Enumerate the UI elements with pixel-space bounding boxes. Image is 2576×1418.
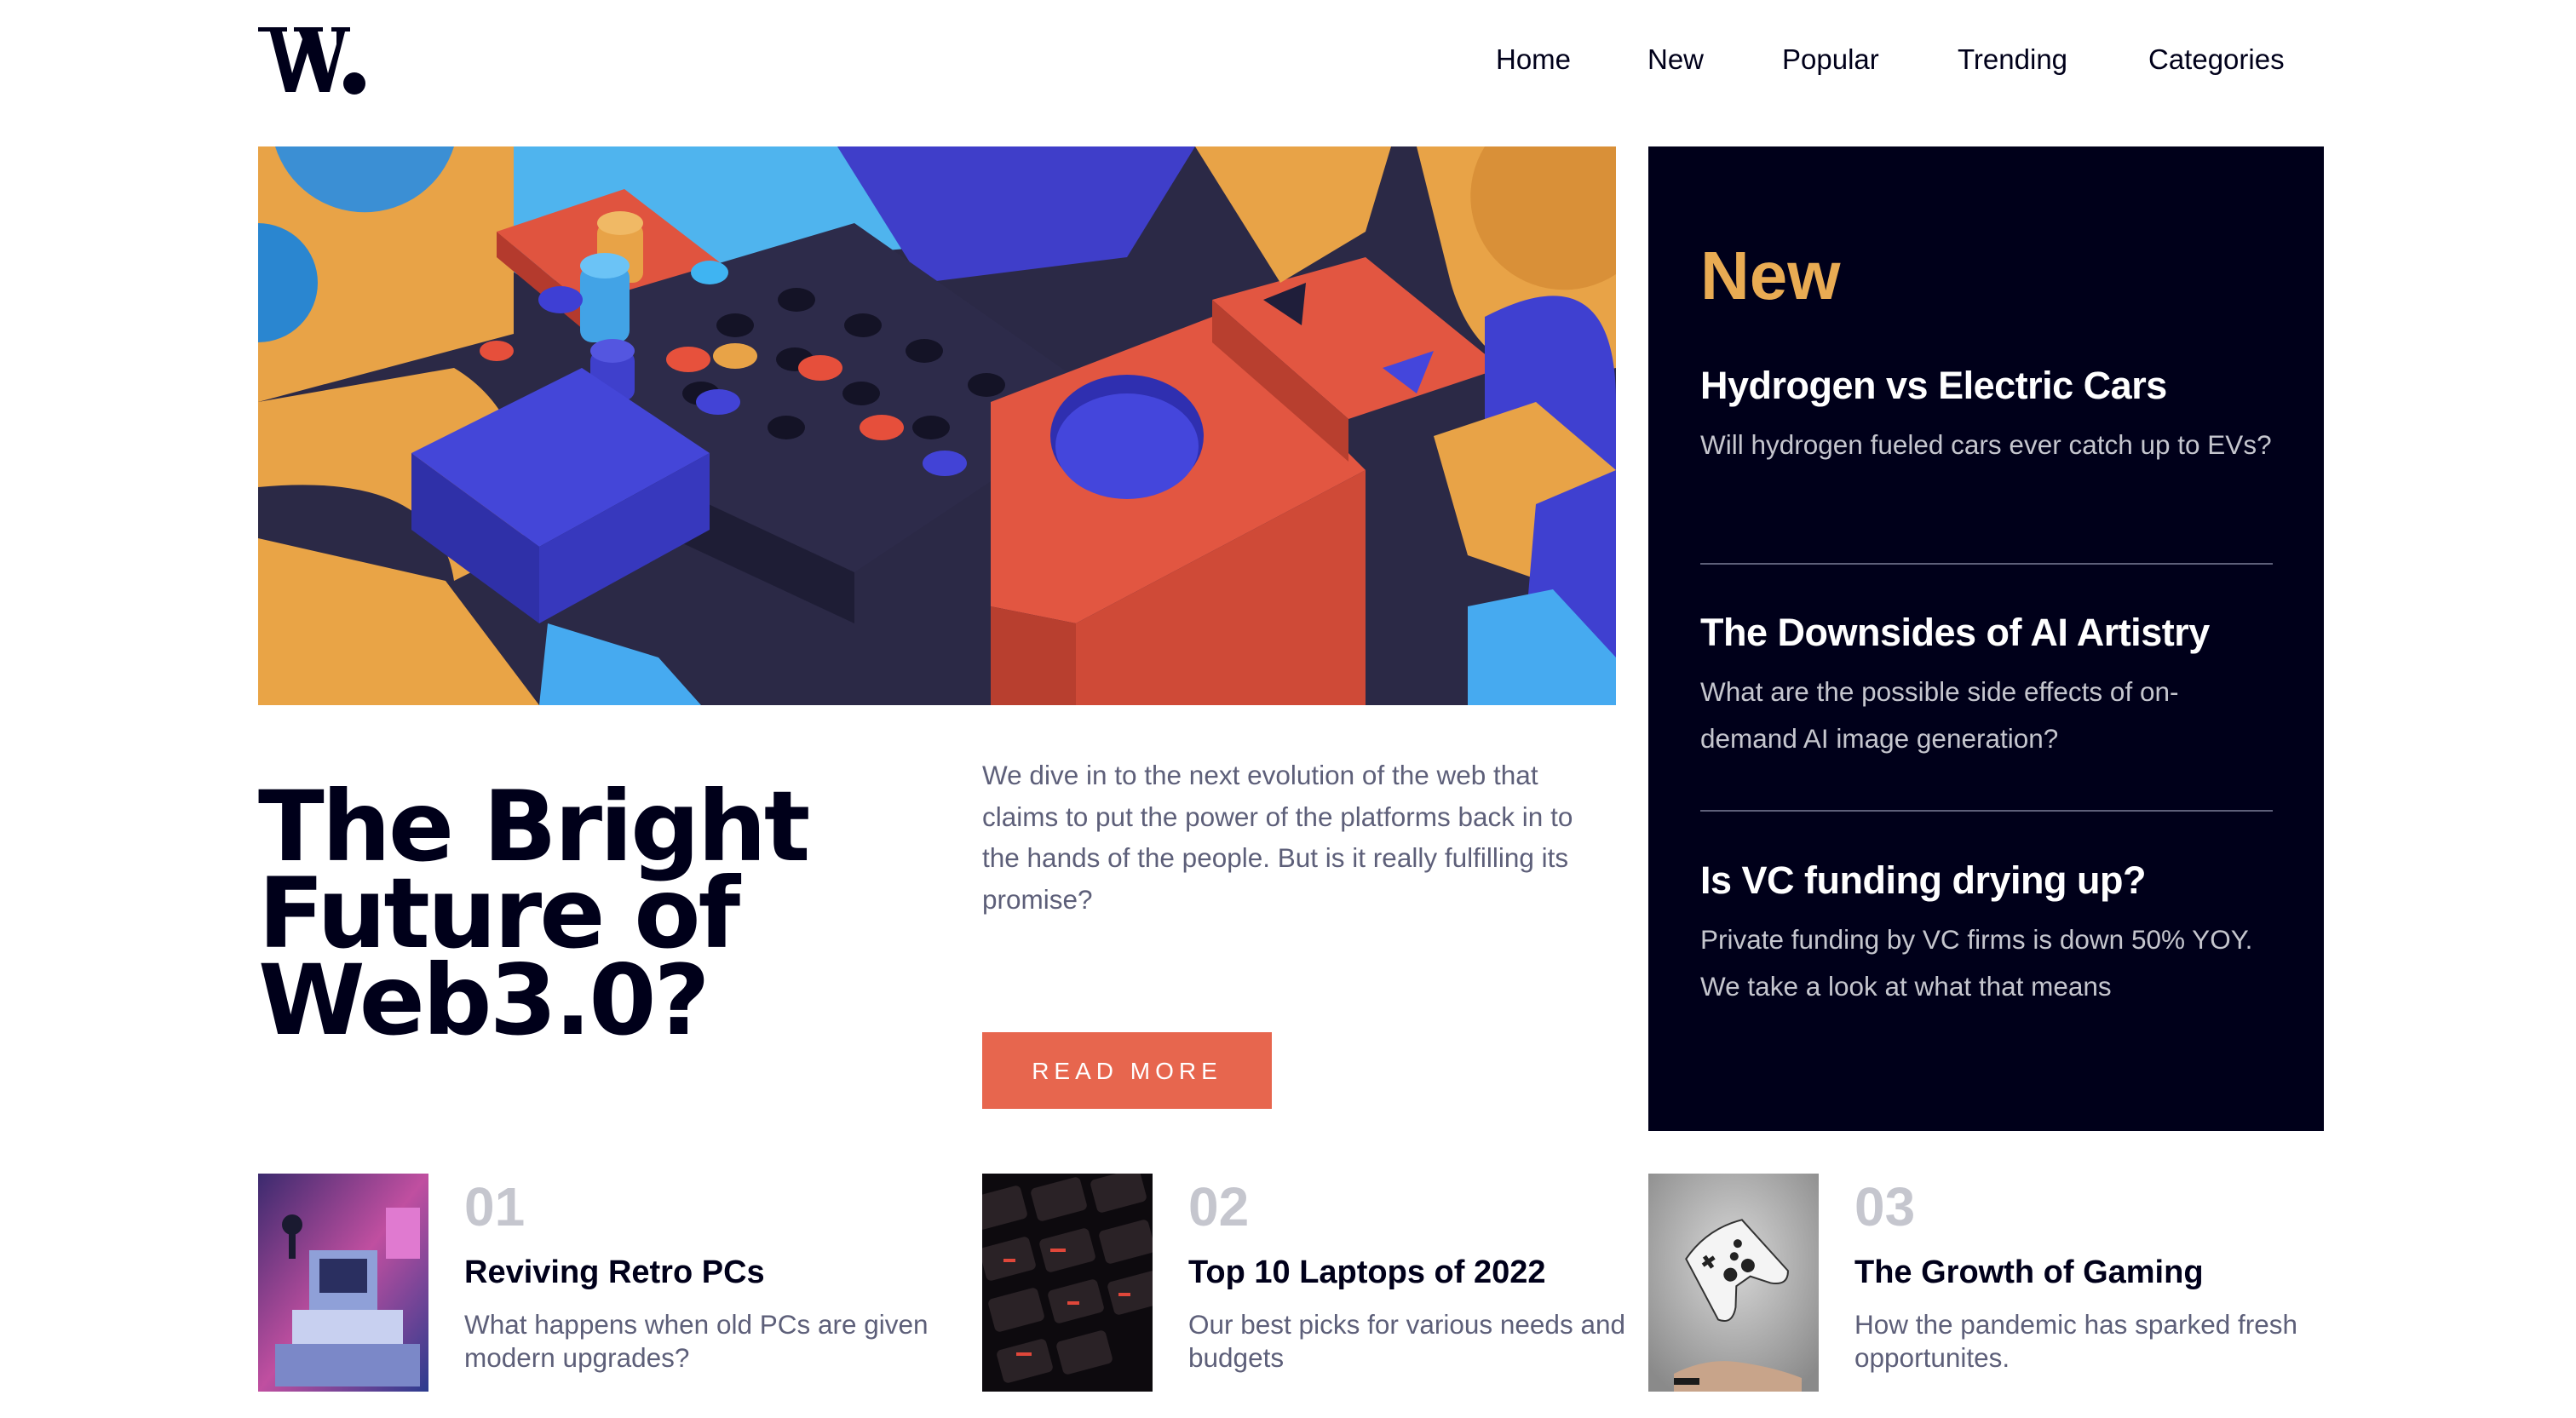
article-title[interactable]: The Growth of Gaming <box>1854 1252 2204 1293</box>
hero-description: We dive in to the next evolution of the … <box>982 760 1573 915</box>
read-more-button[interactable]: READ MORE <box>982 1032 1272 1109</box>
article-description: What happens when old PCs are given mode… <box>464 1309 929 1373</box>
divider <box>1700 810 2273 812</box>
new-article-title[interactable]: Is VC funding drying up? <box>1700 857 2273 904</box>
hero-title: The Bright Future of Web3.0? <box>258 770 810 1057</box>
hero-abstract-blocks-illustration <box>258 146 1616 705</box>
new-articles-panel: New Hydrogen vs Electric Cars Will hydro… <box>1648 146 2324 1131</box>
controller-illustration <box>1648 1174 1819 1392</box>
divider <box>1700 563 2273 565</box>
article-number: 02 <box>1188 1176 1250 1237</box>
nav-categories[interactable]: Categories <box>2148 43 2285 77</box>
new-panel-heading: New <box>1700 238 1841 313</box>
article-number: 01 <box>464 1176 526 1237</box>
hero-image <box>258 146 1616 705</box>
new-article-item[interactable]: Hydrogen vs Electric Cars Will hydrogen … <box>1700 362 2273 468</box>
nav-home[interactable]: Home <box>1496 43 1571 77</box>
new-article-title[interactable]: The Downsides of AI Artistry <box>1700 609 2273 657</box>
new-article-description: What are the possible side effects of on… <box>1700 676 2179 754</box>
article-title[interactable]: Top 10 Laptops of 2022 <box>1188 1252 1545 1293</box>
new-article-title[interactable]: Hydrogen vs Electric Cars <box>1700 362 2273 410</box>
new-article-description: Private funding by VC firms is down 50% … <box>1700 924 2253 1002</box>
main-nav: Home New Popular Trending Categories <box>0 43 2576 77</box>
nav-new[interactable]: New <box>1647 43 1704 77</box>
game-controller-image[interactable] <box>1648 1174 1819 1392</box>
article-title[interactable]: Reviving Retro PCs <box>464 1252 765 1293</box>
article-description: Our best picks for various needs and bud… <box>1188 1309 1626 1373</box>
new-article-description: Will hydrogen fueled cars ever catch up … <box>1700 429 2272 460</box>
new-article-item[interactable]: Is VC funding drying up? Private funding… <box>1700 857 2273 1010</box>
nav-trending[interactable]: Trending <box>1958 43 2067 77</box>
laptop-keyboard-image[interactable] <box>982 1174 1153 1392</box>
article-card[interactable]: 01 Reviving Retro PCs What happens when … <box>258 1174 940 1392</box>
retro-pc-illustration <box>258 1174 428 1392</box>
nav-popular[interactable]: Popular <box>1782 43 1879 77</box>
retro-pc-image[interactable] <box>258 1174 428 1392</box>
article-description: How the pandemic has sparked fresh oppor… <box>1854 1309 2298 1373</box>
keyboard-illustration <box>982 1174 1153 1392</box>
article-card[interactable]: 02 Top 10 Laptops of 2022 Our best picks… <box>982 1174 1630 1392</box>
article-number: 03 <box>1854 1176 1916 1237</box>
new-article-item[interactable]: The Downsides of AI Artistry What are th… <box>1700 609 2273 762</box>
article-card[interactable]: 03 The Growth of Gaming How the pandemic… <box>1648 1174 2324 1392</box>
